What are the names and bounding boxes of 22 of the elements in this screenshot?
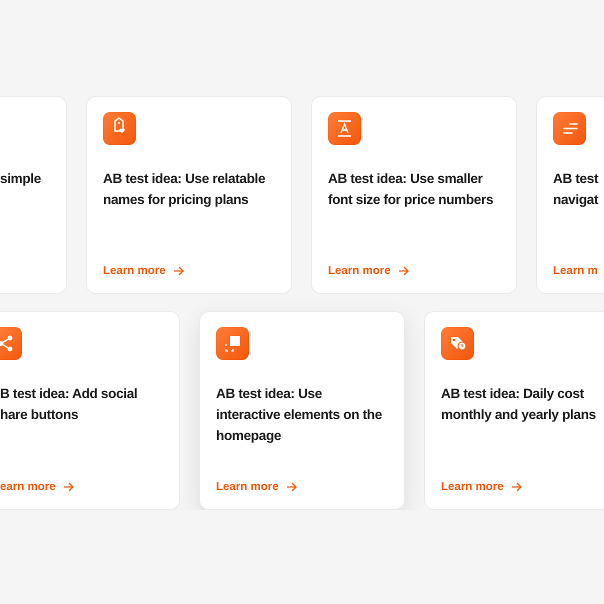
text-size-icon xyxy=(328,112,361,145)
arrow-icon xyxy=(510,481,523,493)
arrow-icon xyxy=(172,265,185,277)
card-title: AB test idea: Use smaller font size for price numbers xyxy=(328,170,494,209)
select-icon xyxy=(216,327,249,360)
card-title: AB test idea: Daily cost monthly and yearly plans xyxy=(441,385,596,424)
arrow-icon xyxy=(398,265,410,277)
card-title: AB test idea: Use relatable names for pricing plans xyxy=(103,170,266,209)
arrow-icon xyxy=(62,481,75,493)
lines-icon xyxy=(553,112,586,145)
learn-more-link[interactable]: Learn more xyxy=(441,481,523,493)
learn-more-link[interactable]: Learn more xyxy=(216,481,298,493)
card-title: AB test idea: Use interactive elements on the homepage xyxy=(216,385,382,445)
tag-clock-icon xyxy=(441,327,474,360)
learn-more-link[interactable]: earn more xyxy=(0,481,75,493)
learn-more-link[interactable]: Learn more xyxy=(328,265,410,277)
learn-more-link[interactable]: Learn more xyxy=(103,265,185,277)
card-title: B test idea: Add social hare buttons xyxy=(0,385,138,424)
learn-more-link[interactable]: Learn m xyxy=(553,265,598,277)
card-title: AB test navigat xyxy=(553,170,598,209)
card-title: simple xyxy=(0,170,41,188)
arrow-icon xyxy=(286,481,298,493)
